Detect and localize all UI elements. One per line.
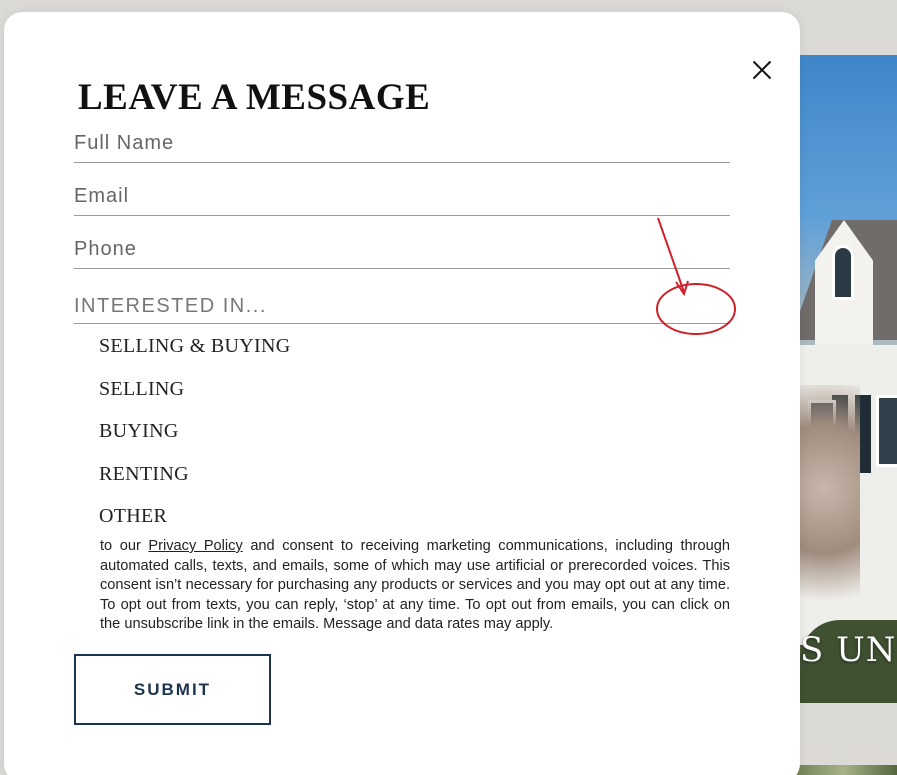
hero-strip-image <box>790 765 897 775</box>
phone-field[interactable] <box>74 235 730 269</box>
consent-text: to our Privacy Policy and consent to rec… <box>100 537 730 635</box>
option-buying[interactable]: BUYING <box>99 417 290 460</box>
option-selling-buying[interactable]: SELLING & BUYING <box>99 332 290 375</box>
email-field[interactable] <box>74 182 730 216</box>
tree <box>800 385 860 645</box>
house-window <box>876 395 897 467</box>
modal-title: LEAVE A MESSAGE <box>78 77 431 118</box>
option-selling[interactable]: SELLING <box>99 375 290 418</box>
close-icon[interactable] <box>748 56 776 84</box>
page: S UNI LEAVE A MESSAGE INTERESTED IN... S… <box>0 0 897 775</box>
interested-in-label: INTERESTED IN... <box>74 295 267 317</box>
consent-prefix: to our <box>100 538 149 554</box>
option-renting[interactable]: RENTING <box>99 460 290 503</box>
interested-options-list: SELLING & BUYING SELLING BUYING RENTING … <box>99 332 290 545</box>
interested-in-select[interactable]: INTERESTED IN... <box>74 290 730 324</box>
submit-button[interactable]: SUBMIT <box>74 654 271 725</box>
hero-caption: S UNI <box>800 630 897 670</box>
privacy-policy-link[interactable]: Privacy Policy <box>148 538 242 554</box>
full-name-field[interactable] <box>74 129 730 163</box>
dormer-window <box>832 245 854 300</box>
